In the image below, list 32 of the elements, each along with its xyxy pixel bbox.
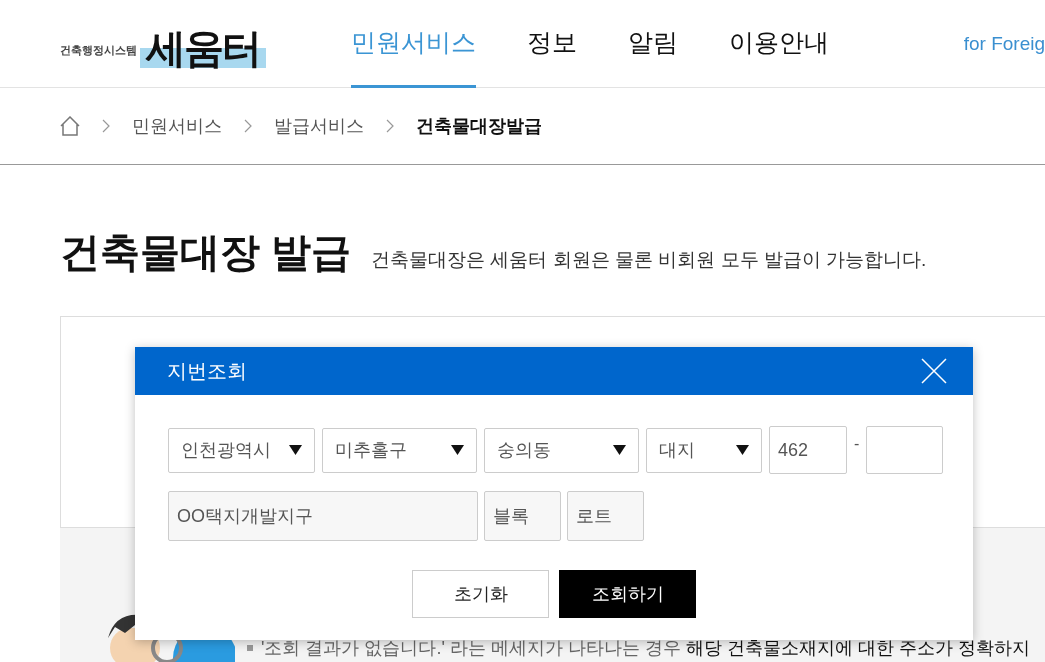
caret-icon xyxy=(289,445,302,455)
breadcrumb-link[interactable]: 발급서비스 xyxy=(274,114,364,138)
dropdown[interactable]: 인천광역시 xyxy=(168,427,315,473)
chevron-icon xyxy=(244,119,252,133)
caret-icon xyxy=(451,445,464,455)
district-field[interactable]: OO택지개발지구 xyxy=(168,491,478,541)
search-button[interactable]: 조회하기 xyxy=(559,570,696,618)
dropdown[interactable]: 대지 xyxy=(646,427,762,473)
breadcrumb-link[interactable]: 민원서비스 xyxy=(132,114,222,138)
notice-text: '조회 결과가 없습니다.' 라는 메세지가 나타나는 경우 해당 건축물소재지에 대한 주소가 정확하지 xyxy=(261,637,1030,660)
caret-icon xyxy=(736,445,749,455)
dialog-title: 지번조회 xyxy=(167,358,247,384)
dropdown[interactable]: 미추홀구 xyxy=(322,427,477,473)
main-number-field[interactable]: 462 xyxy=(769,426,847,474)
nav-tab[interactable]: 정보 xyxy=(526,0,577,88)
logo-subtitle: 건축행정시스템 xyxy=(60,42,137,58)
chevron-icon xyxy=(386,119,394,133)
page-title: 건축물대장 발급 xyxy=(60,229,352,276)
block-field[interactable]: 블록 xyxy=(484,491,561,541)
home-icon[interactable] xyxy=(60,116,80,136)
lot-field[interactable]: 로트 xyxy=(567,491,644,541)
sub-number-field[interactable] xyxy=(866,426,944,474)
page-description: 건축물대장은 세움터 회원은 물론 비회원 모두 발급이 가능합니다. xyxy=(371,248,927,272)
dropdown[interactable]: 숭의동 xyxy=(484,427,639,473)
reset-button[interactable]: 초기화 xyxy=(412,570,549,618)
nav-tab[interactable]: 이용안내 xyxy=(728,0,829,88)
nav-tab[interactable]: 알림 xyxy=(627,0,678,88)
chevron-icon xyxy=(102,119,110,133)
caret-icon xyxy=(613,445,626,455)
bullet-icon xyxy=(247,645,253,651)
separator-text: - xyxy=(854,435,860,453)
close-icon[interactable] xyxy=(921,358,947,384)
